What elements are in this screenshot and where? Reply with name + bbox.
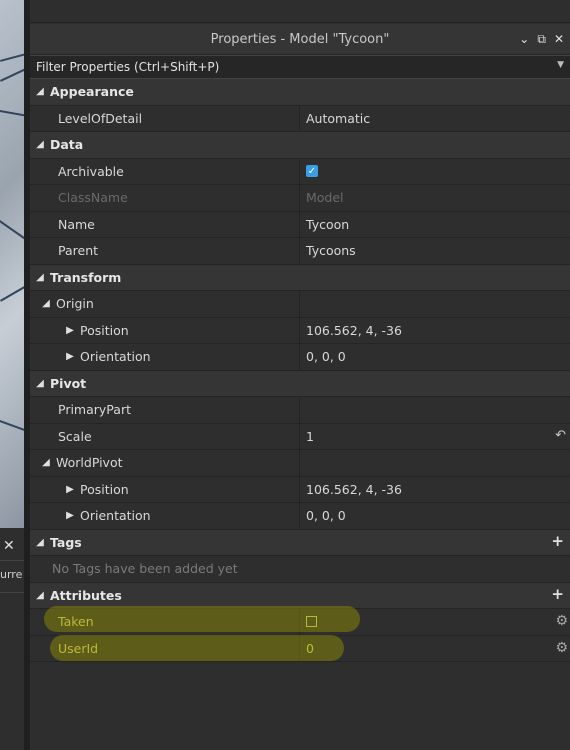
prop-name: Parent	[58, 243, 99, 259]
prop-name: WorldPivot	[56, 455, 123, 471]
viewport-line	[0, 420, 24, 436]
properties-panel: Properties - Model "Tycoon" ⌄ ⧉ ✕ Filter…	[30, 24, 570, 750]
category-attributes[interactable]: ◢ Attributes +	[30, 582, 570, 609]
expand-triangle-icon[interactable]: ▶	[60, 510, 80, 521]
prop-name: Position	[80, 322, 129, 338]
category-appearance[interactable]: ◢ Appearance	[30, 79, 570, 106]
expand-triangle-icon[interactable]: ▶	[60, 484, 80, 495]
prop-row-archivable[interactable]: Archivable ✓	[30, 158, 570, 185]
prop-value[interactable]: 106.562, 4, -36	[306, 482, 402, 497]
taken-checkbox[interactable]	[306, 616, 317, 628]
prop-row-primarypart[interactable]: PrimaryPart	[30, 397, 570, 424]
expand-triangle-icon[interactable]: ▶	[60, 351, 80, 362]
viewport-line	[0, 49, 24, 62]
prop-value[interactable]: Automatic	[306, 111, 370, 126]
prop-row-origin[interactable]: ◢ Origin	[30, 291, 570, 318]
prop-row-pivot-position[interactable]: ▶ Position 106.562, 4, -36	[30, 476, 570, 503]
prop-value[interactable]: Tycoons	[306, 243, 356, 258]
prop-row-scale[interactable]: Scale 1 ↶	[30, 423, 570, 450]
chevron-down-icon[interactable]: ⌄	[519, 32, 529, 46]
add-attribute-icon[interactable]: +	[551, 585, 564, 603]
collapse-triangle-icon[interactable]: ◢	[30, 537, 50, 548]
collapse-triangle-icon[interactable]: ◢	[30, 378, 50, 389]
prop-row-pivot-orientation[interactable]: ▶ Orientation 0, 0, 0	[30, 503, 570, 530]
attr-row-taken[interactable]: Taken ⚙	[30, 609, 570, 636]
truncated-label: urre	[0, 568, 23, 581]
filter-placeholder: Filter Properties (Ctrl+Shift+P)	[36, 60, 220, 74]
dropdown-arrow-icon[interactable]: ▼	[557, 60, 564, 70]
prop-value[interactable]: 1	[306, 429, 314, 444]
category-label: Pivot	[50, 375, 87, 391]
prop-row-classname: ClassName Model	[30, 185, 570, 212]
add-tag-icon[interactable]: +	[551, 532, 564, 550]
category-tags[interactable]: ◢ Tags +	[30, 529, 570, 556]
gear-icon[interactable]: ⚙	[555, 640, 568, 656]
gear-icon[interactable]: ⚙	[555, 613, 568, 629]
category-label: Tags	[50, 534, 82, 550]
panel-top-strip	[30, 0, 570, 23]
tags-empty-row: No Tags have been added yet	[30, 556, 570, 583]
close-icon[interactable]: ✕	[3, 538, 15, 554]
prop-name: Orientation	[80, 508, 151, 524]
expand-triangle-icon[interactable]: ▶	[60, 325, 80, 336]
viewport-line	[0, 63, 24, 82]
prop-value[interactable]: Tycoon	[306, 217, 349, 232]
attr-name: UserId	[58, 640, 99, 656]
collapse-triangle-icon[interactable]: ◢	[30, 272, 50, 283]
prop-name: LevelOfDetail	[58, 110, 143, 126]
category-label: Transform	[50, 269, 122, 285]
3d-viewport[interactable]	[0, 0, 24, 528]
viewport-line	[0, 110, 24, 119]
prop-name: Archivable	[58, 163, 124, 179]
panel-title: Properties - Model "Tycoon"	[210, 31, 390, 47]
prop-name: Orientation	[80, 349, 151, 365]
prop-row-worldpivot[interactable]: ◢ WorldPivot	[30, 450, 570, 477]
prop-value[interactable]: 0, 0, 0	[306, 508, 346, 523]
prop-name: Position	[80, 481, 129, 497]
archivable-checkbox[interactable]: ✓	[306, 165, 318, 178]
viewport-line	[0, 220, 24, 245]
collapse-triangle-icon[interactable]: ◢	[30, 86, 50, 97]
reset-icon[interactable]: ↶	[555, 428, 566, 443]
properties-titlebar: Properties - Model "Tycoon" ⌄ ⧉ ✕	[30, 24, 570, 55]
category-transform[interactable]: ◢ Transform	[30, 264, 570, 291]
tags-empty-text: No Tags have been added yet	[52, 561, 238, 577]
prop-row-leveldetail[interactable]: LevelOfDetail Automatic	[30, 105, 570, 132]
attr-row-userid[interactable]: UserId 0 ⚙	[30, 635, 570, 662]
category-data[interactable]: ◢ Data	[30, 132, 570, 159]
prop-name: PrimaryPart	[58, 402, 131, 418]
prop-value[interactable]: 0, 0, 0	[306, 349, 346, 364]
prop-value[interactable]: 106.562, 4, -36	[306, 323, 402, 338]
attr-name: Taken	[58, 614, 94, 630]
prop-row-name[interactable]: Name Tycoon	[30, 211, 570, 238]
attr-value[interactable]: 0	[306, 641, 314, 656]
prop-name: ClassName	[58, 190, 128, 206]
prop-row-origin-orientation[interactable]: ▶ Orientation 0, 0, 0	[30, 344, 570, 371]
prop-name: Name	[58, 216, 95, 232]
prop-name: Scale	[58, 428, 92, 444]
category-label: Appearance	[50, 84, 134, 100]
category-label: Data	[50, 137, 84, 153]
category-label: Attributes	[50, 587, 122, 603]
divider	[0, 560, 24, 561]
close-icon[interactable]: ✕	[554, 32, 564, 46]
viewport-line	[0, 280, 24, 302]
collapse-triangle-icon[interactable]: ◢	[30, 139, 50, 150]
collapse-triangle-icon[interactable]: ◢	[36, 298, 56, 309]
filter-properties-input[interactable]: Filter Properties (Ctrl+Shift+P) ▼	[30, 55, 570, 79]
category-pivot[interactable]: ◢ Pivot	[30, 370, 570, 397]
prop-row-origin-position[interactable]: ▶ Position 106.562, 4, -36	[30, 317, 570, 344]
prop-value: Model	[306, 190, 344, 206]
collapse-triangle-icon[interactable]: ◢	[36, 457, 56, 468]
prop-name: Origin	[56, 296, 94, 312]
prop-row-parent[interactable]: Parent Tycoons	[30, 238, 570, 265]
undock-icon[interactable]: ⧉	[537, 32, 546, 47]
divider	[0, 592, 24, 593]
collapse-triangle-icon[interactable]: ◢	[30, 590, 50, 601]
explorer-panel: ✕ urre	[0, 528, 25, 750]
